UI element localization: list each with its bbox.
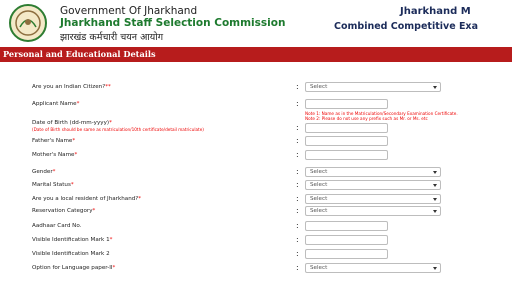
citizen-select[interactable]: Select [305, 82, 441, 92]
mark2-label: Visible Identification Mark 2 [32, 251, 110, 257]
exam-title-line-1: Jharkhand M [400, 6, 471, 17]
chevron-down-icon [433, 198, 437, 201]
row-mother: Mother's Name* : [0, 150, 512, 162]
citizen-label: Are you an Indian Citizen?** [32, 84, 111, 90]
chevron-down-icon [433, 86, 437, 89]
row-mark2: Visible Identification Mark 2 : [0, 249, 512, 261]
row-mark1: Visible Identification Mark 1* : [0, 235, 512, 247]
mark1-label: Visible Identification Mark 1* [32, 237, 113, 243]
gender-label: Gender* [32, 169, 56, 175]
page-header: Government Of Jharkhand Jharkhand Staff … [0, 0, 512, 47]
jharkhand-emblem-icon [9, 4, 47, 42]
language-select[interactable]: Select [305, 263, 441, 273]
mother-name-input[interactable] [305, 150, 388, 160]
chevron-down-icon [433, 267, 437, 270]
chevron-down-icon [433, 184, 437, 187]
chevron-down-icon [433, 171, 437, 174]
section-title: Personal and Educational Details [3, 49, 156, 59]
mother-label: Mother's Name* [32, 152, 78, 158]
marital-label: Marital Status* [32, 182, 74, 188]
chevron-down-icon [433, 210, 437, 213]
father-name-input[interactable] [305, 136, 388, 146]
row-language: Option for Language paper-II* : Select [0, 263, 512, 275]
category-label: Reservation Category* [32, 208, 96, 214]
row-father: Father's Name* : [0, 136, 512, 148]
row-marital: Marital Status* : Select [0, 180, 512, 192]
row-category: Reservation Category* : Select [0, 206, 512, 218]
org-line-2: Jharkhand Staff Selection Commission [60, 17, 286, 29]
applicant-name-input[interactable] [305, 99, 388, 109]
dob-input[interactable] [305, 123, 388, 133]
resident-label: Are you a local resident of Jharkhand?* [32, 196, 142, 202]
org-line-3: झारखंड कर्मचारी चयन आयोग [60, 32, 164, 43]
row-gender: Gender* : Select [0, 167, 512, 179]
gender-select[interactable]: Select [305, 167, 441, 177]
row-resident: Are you a local resident of Jharkhand?* … [0, 194, 512, 206]
name-label: Applicant Name* [32, 101, 80, 107]
dob-subnote: (Date of Birth should be same as matricu… [32, 127, 204, 132]
aadhaar-label: Aadhaar Card No. [32, 223, 82, 229]
row-name: Applicant Name* : [0, 99, 512, 111]
marital-select[interactable]: Select [305, 180, 441, 190]
row-aadhaar: Aadhaar Card No. : [0, 221, 512, 233]
row-citizen: Are you an Indian Citizen?** : Select [0, 82, 512, 94]
father-label: Father's Name* [32, 138, 76, 144]
org-line-1: Government Of Jharkhand [60, 5, 198, 17]
mark2-input[interactable] [305, 249, 388, 259]
category-select[interactable]: Select [305, 206, 441, 216]
exam-title-line-2: Combined Competitive Exa [334, 21, 478, 32]
section-bar: Personal and Educational Details [0, 47, 512, 62]
mark1-input[interactable] [305, 235, 388, 245]
dob-label: Date of Birth (dd-mm-yyyy)* [32, 120, 112, 126]
aadhaar-input[interactable] [305, 221, 388, 231]
language-label: Option for Language paper-II* [32, 265, 116, 271]
resident-select[interactable]: Select [305, 194, 441, 204]
